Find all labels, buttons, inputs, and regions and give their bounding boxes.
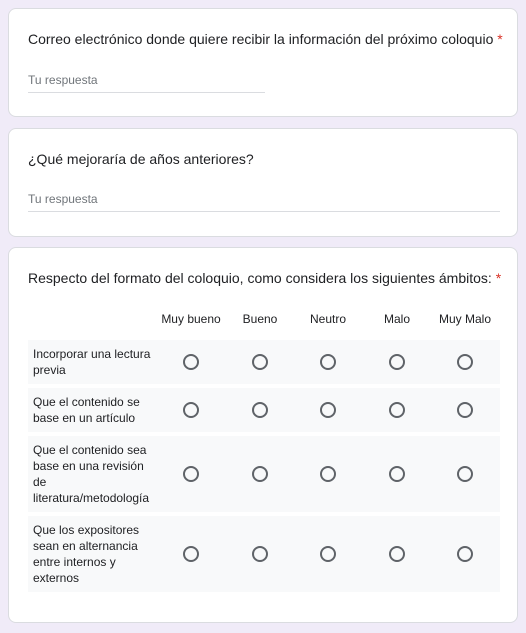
email-answer-input[interactable]	[28, 73, 265, 93]
question-card-improvements: ¿Qué mejoraría de años anteriores?	[8, 128, 518, 237]
radio-bueno[interactable]	[252, 546, 268, 562]
radio-neutro[interactable]	[320, 402, 336, 418]
radio-malo[interactable]	[389, 546, 405, 562]
required-asterisk: *	[495, 270, 502, 286]
question-title-text: Correo electrónico donde quiere recibir …	[28, 31, 494, 47]
radio-malo[interactable]	[389, 354, 405, 370]
grid-row-expositores: Que los expositores sean en alternancia …	[28, 516, 500, 592]
radio-neutro[interactable]	[320, 354, 336, 370]
grid-row-label: Que el contenido sea base en una revisió…	[33, 443, 150, 505]
question-title: Respecto del formato del coloquio, como …	[28, 268, 501, 288]
radio-muy-malo[interactable]	[457, 466, 473, 482]
radio-bueno[interactable]	[252, 402, 268, 418]
radio-malo[interactable]	[389, 402, 405, 418]
column-header-malo: Malo	[383, 312, 410, 326]
column-header-muy-malo: Muy Malo	[438, 312, 491, 326]
radio-muy-bueno[interactable]	[183, 466, 199, 482]
grid-row-label: Incorporar una lectura previa	[33, 347, 151, 377]
radio-neutro[interactable]	[320, 466, 336, 482]
question-card-email: Correo electrónico donde quiere recibir …	[8, 8, 518, 117]
column-header-bueno: Bueno	[242, 312, 278, 326]
question-title-text: ¿Qué mejoraría de años anteriores?	[28, 151, 254, 167]
question-card-grid: Respecto del formato del coloquio, como …	[8, 247, 518, 623]
grid-row-revision-literatura: Que el contenido sea base en una revisió…	[28, 436, 500, 512]
radio-muy-malo[interactable]	[457, 402, 473, 418]
grid-column-headers: Muy bueno Bueno Neutro Malo Muy Malo	[28, 312, 500, 330]
radio-neutro[interactable]	[320, 546, 336, 562]
radio-malo[interactable]	[389, 466, 405, 482]
column-header-neutro: Neutro	[309, 312, 347, 326]
radio-bueno[interactable]	[252, 354, 268, 370]
question-title: Correo electrónico donde quiere recibir …	[28, 29, 503, 49]
grid-row-lectura-previa: Incorporar una lectura previa	[28, 340, 500, 384]
grid-row-label: Que el contenido se base en un artículo	[33, 395, 140, 425]
question-title: ¿Qué mejoraría de años anteriores?	[28, 149, 254, 169]
radio-muy-malo[interactable]	[457, 546, 473, 562]
question-title-text: Respecto del formato del coloquio, como …	[28, 270, 492, 286]
grid-row-label: Que los expositores sean en alternancia …	[33, 523, 140, 585]
improvements-answer-input[interactable]	[28, 192, 500, 212]
grid-row-articulo: Que el contenido se base en un artículo	[28, 388, 500, 432]
column-header-muy-bueno: Muy bueno	[161, 312, 221, 326]
radio-bueno[interactable]	[252, 466, 268, 482]
radio-muy-bueno[interactable]	[183, 354, 199, 370]
required-asterisk: *	[497, 31, 503, 47]
radio-muy-bueno[interactable]	[183, 402, 199, 418]
radio-muy-bueno[interactable]	[183, 546, 199, 562]
radio-muy-malo[interactable]	[457, 354, 473, 370]
